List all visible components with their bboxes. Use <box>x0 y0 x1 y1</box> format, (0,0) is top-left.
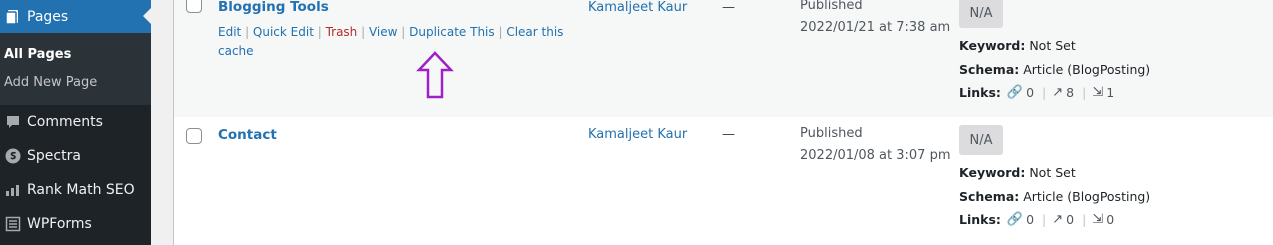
seo-links: Links: 🔗 0 | ↗ 8 | ⇲ 1 <box>959 85 1114 100</box>
sidebar-item-label: WPForms <box>27 216 92 232</box>
sidebar-item-spectra[interactable]: Spectra <box>0 139 151 173</box>
author-link[interactable]: Kamaljeet Kaur <box>588 0 687 15</box>
date-text: 2022/01/21 at 7:38 am <box>800 20 951 35</box>
page-title-link[interactable]: Contact <box>218 127 277 143</box>
sidebar-item-label: Spectra <box>27 148 81 164</box>
schema-label: Schema: <box>959 62 1020 77</box>
seo-keyword: Keyword: Not Set <box>959 38 1076 53</box>
comments-count: — <box>722 0 735 15</box>
schema-value: Article (BlogPosting) <box>1023 189 1151 204</box>
sidebar-item-label: Comments <box>27 114 103 130</box>
comments-icon <box>0 105 26 139</box>
spectra-icon <box>0 139 26 173</box>
seo-score-badge: N/A <box>959 0 1003 28</box>
external-link-icon: ↗ <box>1052 85 1064 100</box>
internal-link-icon: 🔗 <box>1006 212 1024 227</box>
pages-submenu: All Pages Add New Page <box>0 33 151 105</box>
keyword-value: Not Set <box>1029 165 1076 180</box>
external-link-icon: ↗ <box>1052 212 1064 227</box>
sidebar-item-label: Pages <box>27 8 69 25</box>
comments-count: — <box>722 127 735 142</box>
sidebar-item-rank-math[interactable]: Rank Math SEO <box>0 173 151 207</box>
author-link[interactable]: Kamaljeet Kaur <box>588 127 687 142</box>
page-title-link[interactable]: Blogging Tools <box>218 0 329 15</box>
submenu-all-pages[interactable]: All Pages <box>4 47 71 62</box>
sidebar-item-pages[interactable]: Pages <box>0 0 151 33</box>
status-text: Published <box>800 126 863 141</box>
edit-link[interactable]: Edit <box>218 25 241 39</box>
separator: | <box>1082 85 1087 100</box>
incoming-link-icon: ⇲ <box>1092 85 1104 100</box>
external-links-count: 8 <box>1066 85 1075 100</box>
sidebar-item-wpforms[interactable]: WPForms <box>0 207 151 241</box>
incoming-links-count: 0 <box>1106 212 1115 227</box>
row-checkbox[interactable] <box>186 128 202 144</box>
keyword-value: Not Set <box>1029 38 1076 53</box>
view-link[interactable]: View <box>369 25 397 39</box>
separator: | <box>1082 212 1087 227</box>
date-text: 2022/01/08 at 3:07 pm <box>800 148 951 163</box>
external-links-count: 0 <box>1066 212 1075 227</box>
table-row: Blogging Tools Edit | Quick Edit | Trash… <box>174 0 1273 117</box>
status-text: Published <box>800 0 863 13</box>
trash-link[interactable]: Trash <box>326 25 358 39</box>
incoming-link-icon: ⇲ <box>1092 212 1104 227</box>
links-label: Links: <box>959 85 1001 100</box>
seo-links: Links: 🔗 0 | ↗ 0 | ⇲ 0 <box>959 212 1114 227</box>
admin-sidebar: Pages All Pages Add New Page Comments Sp… <box>0 0 151 245</box>
quick-edit-link[interactable]: Quick Edit <box>253 25 314 39</box>
seo-schema: Schema: Article (BlogPosting) <box>959 62 1150 77</box>
seo-score-badge: N/A <box>959 125 1003 155</box>
duplicate-this-link[interactable]: Duplicate This <box>409 25 495 39</box>
annotation-arrow-up-icon <box>416 51 454 99</box>
internal-links-count: 0 <box>1026 212 1035 227</box>
submenu-add-new-page[interactable]: Add New Page <box>4 75 97 90</box>
date-cell: Published 2022/01/08 at 3:07 pm <box>800 123 951 167</box>
table-row: Contact Kamaljeet Kaur — Published 2022/… <box>174 117 1273 245</box>
seo-schema: Schema: Article (BlogPosting) <box>959 189 1150 204</box>
incoming-links-count: 1 <box>1106 85 1115 100</box>
internal-links-count: 0 <box>1026 85 1035 100</box>
pages-table: Blogging Tools Edit | Quick Edit | Trash… <box>173 0 1273 245</box>
date-cell: Published 2022/01/21 at 7:38 am <box>800 0 950 39</box>
schema-label: Schema: <box>959 189 1020 204</box>
internal-link-icon: 🔗 <box>1006 85 1024 100</box>
sidebar-item-comments[interactable]: Comments <box>0 105 151 139</box>
schema-value: Article (BlogPosting) <box>1023 62 1151 77</box>
forms-icon <box>0 207 26 241</box>
links-label: Links: <box>959 212 1001 227</box>
keyword-label: Keyword: <box>959 38 1026 53</box>
separator: | <box>1042 212 1047 227</box>
row-actions: Edit | Quick Edit | Trash | View | Dupli… <box>218 25 564 58</box>
separator: | <box>1042 85 1047 100</box>
keyword-label: Keyword: <box>959 165 1026 180</box>
seo-keyword: Keyword: Not Set <box>959 165 1076 180</box>
pages-icon <box>0 0 26 34</box>
sidebar-item-label: Rank Math SEO <box>27 182 135 198</box>
row-checkbox[interactable] <box>186 0 202 13</box>
chart-icon <box>0 173 26 207</box>
